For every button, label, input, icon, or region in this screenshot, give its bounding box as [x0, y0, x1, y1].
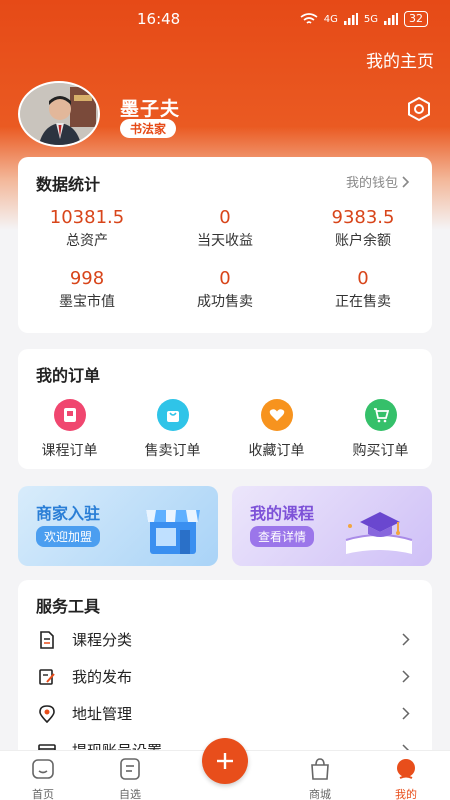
stat-value: 998: [69, 268, 105, 289]
my-wallet-link[interactable]: 我的钱包: [346, 172, 410, 191]
my-courses-banner[interactable]: 我的课程 查看详情: [232, 486, 432, 566]
course-banner-pill: 查看详情: [250, 526, 315, 547]
add-button[interactable]: [202, 738, 248, 784]
cart-icon: [364, 399, 397, 431]
tab-label: 首页: [32, 788, 54, 800]
tab-label: 商城: [309, 788, 331, 800]
stat-value: 9383.5: [331, 207, 395, 228]
stat-on-sale[interactable]: 0 正在售卖: [294, 268, 432, 311]
favorite-orders-button[interactable]: 收藏订单: [225, 399, 328, 460]
storefront-icon: [146, 510, 200, 554]
tool-label: 课程分类: [72, 631, 133, 649]
stat-label: 成功售卖: [197, 294, 253, 310]
tool-my-posts[interactable]: 我的发布: [18, 658, 432, 695]
stat-total-assets[interactable]: 10381.5 总资产: [18, 207, 156, 250]
wifi-icon: [300, 13, 318, 24]
tab-home[interactable]: 首页: [13, 757, 73, 800]
stat-label: 当天收益: [197, 233, 253, 249]
tab-label: 我的: [395, 788, 417, 800]
avatar[interactable]: [18, 81, 100, 147]
wallet-label: 我的钱包: [345, 176, 398, 191]
order-label: 售卖订单: [144, 443, 201, 459]
stat-value: 0: [219, 268, 231, 289]
stat-account-balance[interactable]: 9383.5 账户余额: [294, 207, 432, 250]
order-label: 课程订单: [41, 443, 98, 459]
list-icon: [120, 758, 140, 780]
bag-icon: [311, 758, 329, 780]
status-time: 16:48: [137, 10, 181, 28]
my-homepage-link[interactable]: 我的主页: [366, 47, 434, 72]
purchase-orders-button[interactable]: 购买订单: [329, 399, 432, 460]
orders-card: 我的订单 课程订单 售卖订单 收藏订单 购买订单: [18, 349, 432, 469]
chevron-right-icon: [402, 670, 410, 683]
stat-value: 0: [357, 268, 369, 289]
tools-title: 服务工具: [36, 597, 101, 616]
edit-icon: [39, 668, 55, 685]
heart-icon: [260, 399, 293, 431]
tab-label: 自选: [119, 788, 141, 800]
book-icon: [53, 399, 86, 431]
signal-icon: [343, 13, 358, 25]
stat-label: 总资产: [66, 233, 108, 249]
location-icon: [39, 704, 55, 723]
tool-address-management[interactable]: 地址管理: [18, 695, 432, 732]
stat-market-value[interactable]: 998 墨宝市值: [18, 268, 156, 311]
graduation-book-icon: [345, 512, 413, 554]
document-icon: [40, 630, 54, 649]
order-label: 购买订单: [352, 443, 409, 459]
battery-indicator: 32: [404, 11, 428, 27]
user-name: 墨子夫: [120, 98, 181, 120]
stat-sold[interactable]: 0 成功售卖: [156, 268, 294, 311]
plus-icon: [217, 753, 233, 769]
sales-orders-button[interactable]: 售卖订单: [121, 399, 224, 460]
signal-icon-2: [384, 13, 398, 25]
stat-value: 0: [219, 207, 231, 228]
signal-label-1: 4G: [323, 13, 338, 25]
settings-hexagon-icon[interactable]: [406, 96, 432, 122]
tool-label: 地址管理: [72, 705, 133, 723]
user-icon: [397, 759, 415, 779]
course-orders-button[interactable]: 课程订单: [18, 399, 121, 460]
chevron-right-icon: [402, 707, 410, 720]
signal-label-2: 5G: [363, 13, 378, 25]
stat-label: 账户余额: [335, 233, 391, 249]
stats-title: 数据统计: [36, 175, 101, 194]
chevron-right-icon: [402, 633, 410, 646]
user-title-badge: 书法家: [120, 119, 177, 138]
tool-course-category[interactable]: 课程分类: [18, 621, 432, 658]
merchant-banner-pill: 欢迎加盟: [36, 526, 101, 547]
chevron-right-icon: [402, 175, 410, 188]
course-banner-title: 我的课程: [250, 504, 315, 523]
merchant-join-banner[interactable]: 商家入驻 欢迎加盟: [18, 486, 218, 566]
stat-today-earnings[interactable]: 0 当天收益: [156, 207, 294, 250]
tool-label: 我的发布: [72, 668, 133, 686]
stat-label: 墨宝市值: [59, 294, 115, 310]
shopping-bag-icon: [156, 399, 189, 431]
merchant-banner-title: 商家入驻: [36, 504, 101, 523]
tab-mine[interactable]: 我的: [376, 757, 436, 800]
stats-card: 数据统计 我的钱包 10381.5 总资产 0 当天收益 9383.5 账户余额…: [18, 157, 432, 333]
status-bar: 16:48 4G 5G 32: [0, 0, 450, 38]
home-icon: [32, 759, 54, 779]
order-label: 收藏订单: [248, 443, 305, 459]
status-icons: 4G 5G 32: [300, 11, 428, 27]
tab-mall[interactable]: 商城: [290, 757, 350, 800]
tab-watchlist[interactable]: 自选: [100, 757, 160, 800]
stat-value: 10381.5: [49, 207, 125, 228]
stat-label: 正在售卖: [335, 294, 391, 310]
orders-title: 我的订单: [36, 366, 101, 385]
